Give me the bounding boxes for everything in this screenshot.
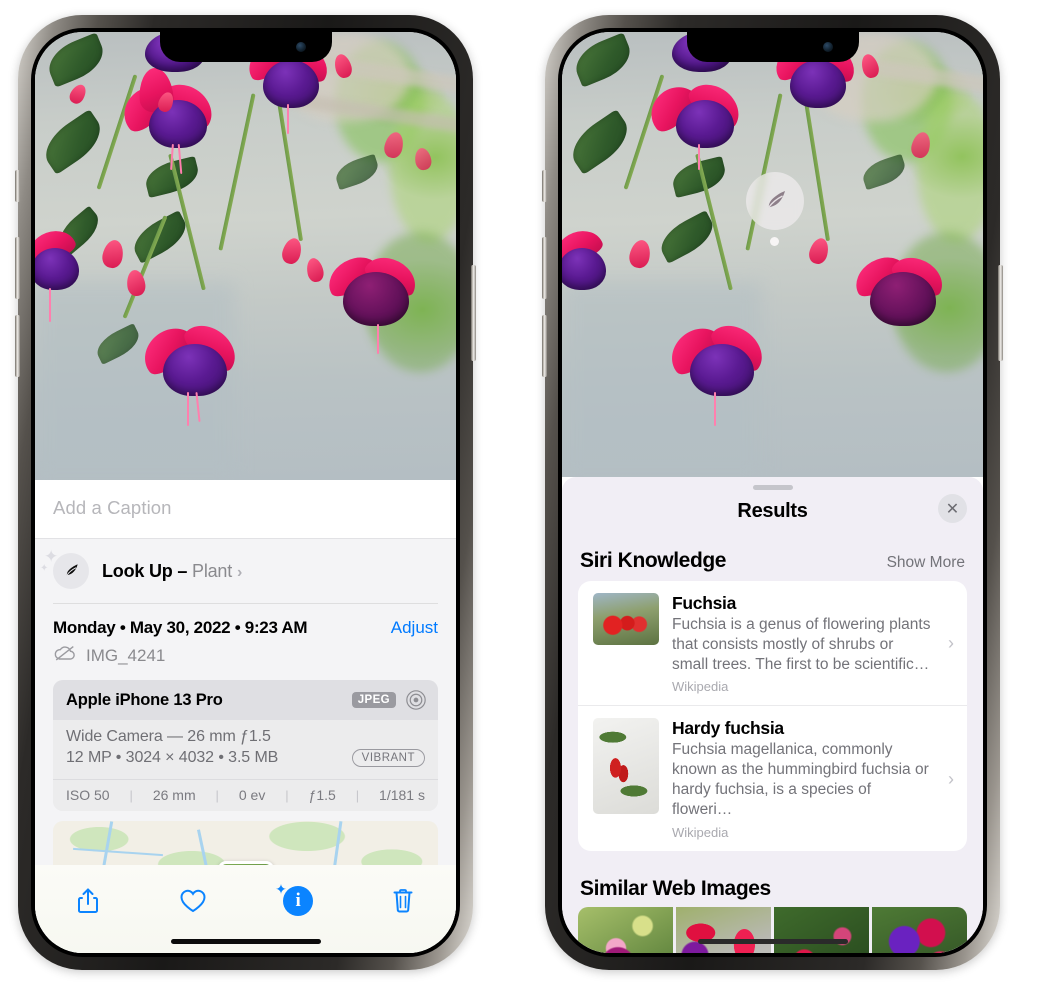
image-size-info: 12 MP • 3024 × 4032 • 3.5 MB [66, 749, 279, 766]
photo-info-sheet: Add a Caption ✦ ✦ Look Up – Plant › Mond… [35, 480, 456, 953]
result-description: Fuchsia magellanica, commonly known as t… [672, 741, 929, 818]
volume-up-button[interactable] [542, 237, 547, 299]
screenshot-stage: Add a Caption ✦ ✦ Look Up – Plant › Mond… [0, 0, 1055, 985]
similar-web-images-row [578, 906, 967, 953]
exif-stat-focal: 26 mm [152, 787, 196, 803]
show-more-button[interactable]: Show More [887, 554, 965, 572]
format-badge: JPEG [351, 692, 396, 708]
leaf-icon [768, 191, 785, 208]
exif-stats-row: ISO 50 | 26 mm | 0 ev | ƒ1.5 | 1/181 s [53, 779, 438, 811]
exif-stat-sep-1: | [129, 787, 133, 803]
right-screen: Results ✕ Siri Knowledge Show More Fuchs… [562, 32, 983, 953]
exif-stat-sep-2: | [215, 787, 219, 803]
siri-knowledge-title: Siri Knowledge [580, 549, 727, 572]
iphone-right-device: Results ✕ Siri Knowledge Show More Fuchs… [542, 15, 1003, 970]
exif-stat-sep-4: | [355, 787, 360, 803]
photo-viewer-right[interactable] [562, 32, 983, 477]
iphone-left-device: Add a Caption ✦ ✦ Look Up – Plant › Mond… [15, 15, 476, 970]
result-source: Wikipedia [672, 824, 729, 840]
exif-stat-iso: ISO 50 [66, 787, 110, 803]
volume-down-button[interactable] [15, 315, 20, 377]
file-name: IMG_4241 [86, 645, 166, 665]
share-button[interactable] [61, 879, 115, 923]
exif-stat-ev: 0 ev [238, 787, 266, 803]
result-text: Hardy fuchsia Fuchsia magellanica, commo… [672, 718, 933, 839]
lens-info: Wide Camera — 26 mm ƒ1.5 [66, 728, 271, 745]
web-image-thumbnail[interactable] [774, 906, 869, 953]
side-power-button[interactable] [471, 265, 476, 361]
similar-web-images-title: Similar Web Images [580, 876, 771, 900]
front-camera [822, 42, 833, 52]
results-header: Results ✕ [562, 490, 983, 523]
exif-body: Wide Camera — 26 mm ƒ1.5 12 MP • 3024 × … [53, 720, 438, 779]
favorite-button[interactable] [166, 879, 220, 923]
caption-row[interactable]: Add a Caption [35, 480, 456, 539]
caption-input[interactable]: Add a Caption [53, 497, 438, 519]
home-indicator[interactable] [697, 939, 848, 944]
home-indicator[interactable] [170, 939, 321, 944]
photo-date: Monday • May 30, 2022 • 9:23 AM [53, 618, 308, 637]
list-item[interactable]: Fuchsia Fuchsia is a genus of flowering … [578, 581, 967, 705]
close-icon[interactable]: ✕ [938, 494, 967, 523]
front-camera [295, 42, 306, 52]
chevron-right-icon: › [948, 633, 954, 654]
exif-header: Apple iPhone 13 Pro JPEG [53, 680, 438, 720]
volume-up-button[interactable] [15, 237, 20, 299]
left-screen: Add a Caption ✦ ✦ Look Up – Plant › Mond… [35, 32, 456, 953]
similar-web-images-header: Similar Web Images [562, 851, 983, 907]
left-bezel: Add a Caption ✦ ✦ Look Up – Plant › Mond… [31, 28, 460, 957]
exif-stat-sep-3: | [285, 787, 289, 803]
side-power-button[interactable] [998, 265, 1003, 361]
silent-switch[interactable] [542, 170, 547, 202]
exif-stat-aperture: ƒ1.5 [308, 787, 336, 803]
leaf-icon: ✦ ✦ [40, 548, 89, 589]
web-image-thumbnail[interactable] [578, 906, 673, 953]
result-text: Fuchsia Fuchsia is a genus of flowering … [672, 593, 933, 694]
result-title: Hardy fuchsia [672, 718, 784, 739]
notch [159, 32, 332, 62]
web-image-thumbnail[interactable] [872, 906, 967, 953]
result-description: Fuchsia is a genus of flowering plants t… [672, 616, 931, 673]
list-item[interactable]: Hardy fuchsia Fuchsia magellanica, commo… [578, 705, 967, 850]
sparkle-icon-small: ✦ [40, 563, 49, 574]
info-icon: i [283, 886, 314, 916]
result-title: Fuchsia [672, 593, 737, 613]
visual-lookup-anchor-dot [770, 237, 779, 246]
notch [686, 32, 859, 62]
look-up-row[interactable]: ✦ ✦ Look Up – Plant › [35, 539, 456, 603]
delete-button[interactable] [376, 879, 430, 923]
result-thumbnail [593, 718, 659, 815]
results-sheet: Results ✕ Siri Knowledge Show More Fuchs… [562, 477, 983, 953]
date-row: Monday • May 30, 2022 • 9:23 AM Adjust [35, 604, 456, 640]
siri-knowledge-header: Siri Knowledge Show More [562, 523, 983, 581]
exif-header-badges: JPEG [351, 689, 427, 711]
look-up-label-group: Look Up – Plant › [102, 561, 242, 582]
chevron-right-icon: › [948, 768, 954, 789]
volume-down-button[interactable] [542, 315, 547, 377]
aperture-icon [405, 689, 427, 711]
visual-lookup-badge[interactable] [746, 172, 804, 230]
look-up-subject: Plant [192, 560, 233, 581]
icloud-slash-icon [53, 644, 77, 667]
exif-card[interactable]: Apple iPhone 13 Pro JPEG Wide Camera — 2… [53, 680, 438, 811]
exif-stat-shutter: 1/181 s [379, 787, 425, 803]
adjust-button[interactable]: Adjust [391, 618, 438, 638]
exif-size-row: 12 MP • 3024 × 4032 • 3.5 MB VIBRANT [66, 749, 425, 767]
result-thumbnail [593, 593, 659, 645]
photographic-style-badge: VIBRANT [351, 749, 425, 767]
camera-device-name: Apple iPhone 13 Pro [66, 690, 223, 709]
file-row: IMG_4241 [35, 640, 456, 680]
look-up-label: Look Up – [102, 560, 193, 581]
results-title: Results [737, 500, 808, 522]
web-image-thumbnail[interactable] [676, 906, 771, 953]
photo-viewer-left[interactable] [35, 32, 456, 480]
chevron-right-icon: › [237, 563, 243, 581]
result-source: Wikipedia [672, 679, 729, 695]
info-button[interactable]: ✦ i [271, 879, 325, 923]
silent-switch[interactable] [15, 170, 20, 202]
right-bezel: Results ✕ Siri Knowledge Show More Fuchs… [558, 28, 987, 957]
sparkle-icon: ✦ [275, 881, 287, 897]
siri-knowledge-card: Fuchsia Fuchsia is a genus of flowering … [578, 581, 967, 851]
